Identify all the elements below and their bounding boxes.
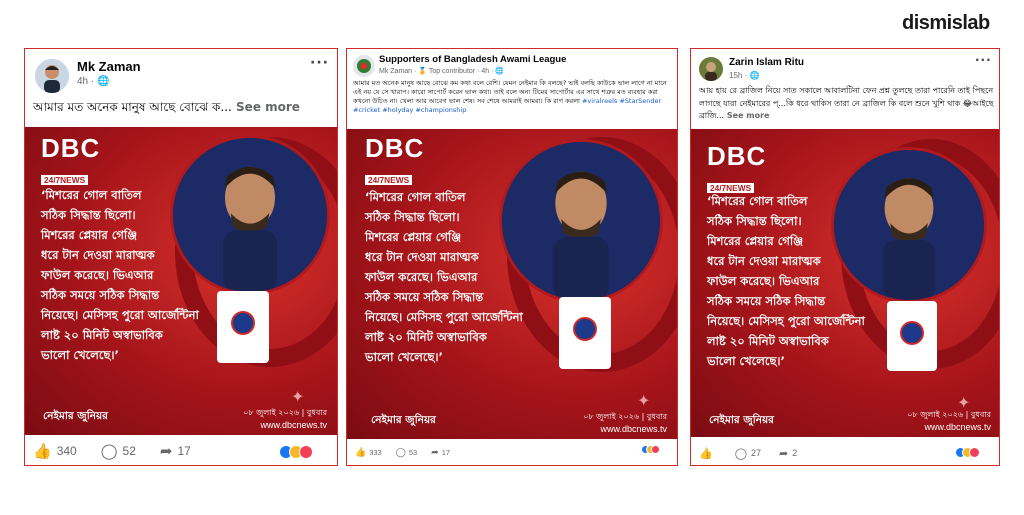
comment-count: 27 <box>751 448 762 458</box>
dbc-logo: DBC 24/7NEWS <box>41 133 101 186</box>
quote-text: ‘মিশরের গোল বাতিল সঠিক সিদ্ধান্ত ছিলো। ম… <box>41 188 199 362</box>
post-author-name[interactable]: Mk Zaman <box>77 59 141 74</box>
post-image[interactable]: DBC 24/7NEWS ‘মিশরের গোল বাতিল সঠিক সিদ্ধ… <box>347 129 677 439</box>
post-meta: 4h · 🌐 <box>77 76 110 87</box>
quote-author: নেইমার জুনিয়র <box>371 414 436 426</box>
like-count: 333 <box>369 447 382 457</box>
like-button[interactable]: 👍 340 <box>33 442 77 460</box>
share-icon: ➦ <box>779 447 789 460</box>
dbc-logo: DBC 24/7NEWS <box>707 141 767 194</box>
reaction-icons[interactable] <box>641 445 660 454</box>
psg-shirt-patch <box>559 297 611 369</box>
psg-shirt-patch <box>887 301 937 371</box>
love-reaction-icon <box>651 445 660 454</box>
share-button[interactable]: ➦ 17 <box>431 447 450 458</box>
profile-photo-icon <box>35 59 69 93</box>
psg-badge-icon <box>573 317 597 341</box>
thumbs-up-icon: 👍 <box>33 443 52 460</box>
post-supporters: Supporters of Bangladesh Awami League Mk… <box>346 48 678 466</box>
comment-button[interactable]: ◯ 53 <box>396 447 417 458</box>
avatar[interactable] <box>699 57 723 81</box>
quote-author: নেইমার জুনিয়র <box>43 410 108 422</box>
comment-button[interactable]: ◯ 27 <box>735 447 761 460</box>
share-icon: ➦ <box>159 443 173 460</box>
group-photo-icon <box>353 55 375 77</box>
comment-button[interactable]: ◯ 52 <box>101 442 136 460</box>
like-count: 340 <box>56 444 77 458</box>
post-text: আমার মত অনেক মানুষ আছে বোঝে ক... See mor… <box>33 99 333 119</box>
reaction-icons[interactable] <box>955 447 980 458</box>
quote-author: নেইমার জুনিয়র <box>709 414 774 426</box>
psg-shirt-patch <box>217 291 269 363</box>
post-text: আমার মত অনেক মানুষ আছে বোঝে কম কথা বলে ব… <box>353 79 673 127</box>
player-photo <box>499 139 663 303</box>
comment-count: 53 <box>408 447 418 457</box>
share-icon: ➦ <box>431 446 439 457</box>
share-count: 17 <box>441 447 451 457</box>
reaction-icons[interactable] <box>279 445 313 459</box>
dbc-logo: DBC 24/7NEWS <box>365 133 425 186</box>
quote-text: ‘মিশরের গোল বাতিল সঠিক সিদ্ধান্ত ছিলো। ম… <box>365 190 523 364</box>
card-date: ০৮ জুলাই ২০২৬ | বুধবার www.dbcnews.tv <box>583 412 667 434</box>
comment-count: 52 <box>122 444 136 458</box>
more-options-icon[interactable]: ··· <box>975 53 992 67</box>
post-footer: 👍 ◯ 27 ➦ 2 <box>699 445 939 461</box>
post-footer: 👍 333 ◯ 53 ➦ 17 <box>355 445 595 459</box>
share-button[interactable]: ➦ 17 <box>160 442 191 460</box>
share-count: 2 <box>792 448 798 458</box>
post-image[interactable]: DBC 24/7NEWS ‘মিশরের গোল বাতিল সঠিক সিদ্ধ… <box>691 129 999 437</box>
comment-icon: ◯ <box>734 447 748 460</box>
dismislab-logo: dismislab <box>902 12 990 34</box>
thumbs-up-icon: 👍 <box>699 447 713 460</box>
card-date: ০৮ জুলাই ২০২৬ | বুধবার www.dbcnews.tv <box>907 410 991 432</box>
share-count: 17 <box>177 444 191 458</box>
card-date: ০৮ জুলাই ২০২৬ | বুধবার www.dbcnews.tv <box>243 408 327 430</box>
post-zarin-islam-ritu: Zarin Islam Ritu 15h · 🌐 ··· আয় হায় রে… <box>690 48 1000 466</box>
love-reaction-icon <box>299 445 313 459</box>
post-text-body: আমার মত অনেক মানুষ আছে বোঝে ক... <box>33 100 232 114</box>
quote-text: ‘মিশরের গোল বাতিল সঠিক সিদ্ধান্ত ছিলো। ম… <box>707 194 865 368</box>
sparkle-icon: ✦ <box>637 391 651 410</box>
more-options-icon[interactable]: ··· <box>310 55 329 71</box>
post-mk-zaman: Mk Zaman 4h · 🌐 ··· আমার মত অনেক মানুষ আ… <box>24 48 338 466</box>
profile-photo-icon <box>699 57 723 81</box>
post-image[interactable]: DBC 24/7NEWS ‘মিশরের গোল বাতিল সঠিক সিদ্ধ… <box>25 127 337 435</box>
comment-icon: ◯ <box>395 446 406 457</box>
psg-badge-icon <box>231 311 255 335</box>
post-meta: 15h · 🌐 <box>729 71 760 80</box>
thumbs-up-icon: 👍 <box>355 446 367 457</box>
like-button[interactable]: 👍 <box>699 447 717 460</box>
see-more-link[interactable]: See more <box>724 111 770 120</box>
love-reaction-icon <box>969 447 980 458</box>
post-text: আয় হায় রে ব্রাজিল নিয়ে সাত সকালে আবাল… <box>699 85 995 125</box>
see-more-link[interactable]: See more <box>232 100 300 114</box>
group-name[interactable]: Supporters of Bangladesh Awami League <box>379 54 566 65</box>
post-author-name[interactable]: Zarin Islam Ritu <box>729 57 804 68</box>
share-button[interactable]: ➦ 2 <box>779 447 797 460</box>
post-meta: Mk Zaman · 🏅 Top contributor · 4h · 🌐 <box>379 68 505 75</box>
sparkle-icon: ✦ <box>291 387 305 406</box>
psg-badge-icon <box>900 321 924 345</box>
group-avatar[interactable] <box>353 55 375 77</box>
like-button[interactable]: 👍 333 <box>355 447 382 458</box>
comment-icon: ◯ <box>100 443 118 460</box>
avatar[interactable] <box>35 59 69 93</box>
